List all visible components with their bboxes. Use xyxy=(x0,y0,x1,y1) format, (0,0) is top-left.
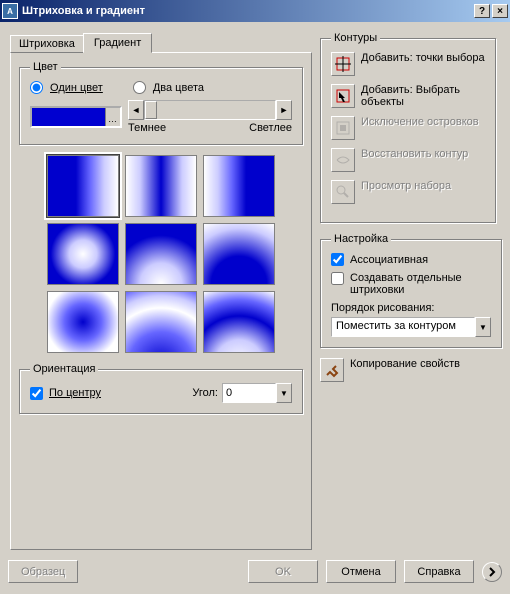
settings-fieldset: Настройка Ассоциативная Создавать отдель… xyxy=(320,233,502,348)
pick-points-icon xyxy=(335,56,351,72)
footer: Образец OK Отмена Справка xyxy=(0,556,510,587)
slider-thumb[interactable] xyxy=(145,101,157,119)
tab-hatch[interactable]: Штриховка xyxy=(10,35,83,53)
create-separate-row[interactable]: Создавать отдельные штриховки xyxy=(331,272,491,296)
lighter-label: Светлее xyxy=(249,122,292,134)
select-objects-icon xyxy=(335,88,351,104)
slider-left-arrow[interactable]: ◄ xyxy=(128,100,144,120)
radio-two-color-label: Два цвета xyxy=(153,82,204,94)
copy-properties-label: Копирование свойств xyxy=(350,358,460,370)
restore-contour-icon xyxy=(335,152,351,168)
magnifier-icon xyxy=(335,184,351,200)
app-icon: A xyxy=(2,3,18,19)
tab-gradient[interactable]: Градиент xyxy=(83,33,152,53)
sample-button: Образец xyxy=(8,560,78,583)
radio-two-color[interactable]: Два цвета xyxy=(133,81,204,94)
gradient-swatch-6[interactable] xyxy=(203,223,275,285)
window-title: Штриховка и градиент xyxy=(22,5,472,17)
exclude-islands-icon xyxy=(335,120,351,136)
contours-fieldset: Контуры Добавить: точки выбора Добавить:… xyxy=(320,32,496,223)
radio-one-color-label: Один цвет xyxy=(50,82,103,94)
color-picker-button[interactable]: … xyxy=(30,106,122,128)
gradient-swatch-5[interactable] xyxy=(125,223,197,285)
titlebar: A Штриховка и градиент ? × xyxy=(0,0,510,22)
cancel-button[interactable]: Отмена xyxy=(326,560,396,583)
centered-label: По центру xyxy=(49,387,101,399)
orientation-legend: Ориентация xyxy=(30,363,98,375)
gradient-swatch-8[interactable] xyxy=(125,291,197,353)
exclude-islands-button xyxy=(331,116,355,140)
gradient-swatch-1[interactable] xyxy=(47,155,119,217)
view-set-button xyxy=(331,180,355,204)
angle-dropdown-button[interactable]: ▼ xyxy=(276,383,292,403)
slider-right-arrow[interactable]: ► xyxy=(276,100,292,120)
color-fieldset: Цвет Один цвет Два цвета … ◄ xyxy=(19,61,303,145)
draw-order-select[interactable]: Поместить за контуром ▼ xyxy=(331,317,491,337)
chevron-right-icon xyxy=(487,567,497,577)
add-pick-points-button[interactable] xyxy=(331,52,355,76)
color-legend: Цвет xyxy=(30,61,61,73)
add-pick-points-label: Добавить: точки выбора xyxy=(361,52,485,64)
restore-contour-button xyxy=(331,148,355,172)
expand-button[interactable] xyxy=(482,562,502,582)
create-separate-label: Создавать отдельные штриховки xyxy=(350,272,491,296)
angle-input[interactable] xyxy=(222,383,276,403)
exclude-islands-label: Исключение островков xyxy=(361,116,479,128)
gradient-swatch-4[interactable] xyxy=(47,223,119,285)
radio-one-color-input[interactable] xyxy=(30,81,43,94)
ok-button: OK xyxy=(248,560,318,583)
gradient-swatch-3[interactable] xyxy=(203,155,275,217)
darker-label: Темнее xyxy=(128,122,166,134)
radio-one-color[interactable]: Один цвет xyxy=(30,81,103,94)
tint-slider[interactable] xyxy=(144,100,276,120)
contours-legend: Контуры xyxy=(331,32,380,44)
add-select-objects-button[interactable] xyxy=(331,84,355,108)
help-button-footer[interactable]: Справка xyxy=(404,560,474,583)
add-select-objects-label: Добавить: Выбрать объекты xyxy=(361,84,485,108)
draw-order-label: Порядок рисования: xyxy=(331,302,491,314)
associative-row[interactable]: Ассоциативная xyxy=(331,253,491,266)
settings-legend: Настройка xyxy=(331,233,391,245)
centered-checkbox-row[interactable]: По центру xyxy=(30,387,101,400)
gradient-grid xyxy=(19,155,303,353)
angle-combo[interactable]: ▼ xyxy=(222,383,292,403)
tabs: Штриховка Градиент xyxy=(10,33,312,53)
restore-contour-label: Восстановить контур xyxy=(361,148,468,160)
gradient-swatch-9[interactable] xyxy=(203,291,275,353)
view-set-label: Просмотр набора xyxy=(361,180,451,192)
help-button[interactable]: ? xyxy=(474,4,490,18)
angle-label: Угол: xyxy=(192,387,218,399)
create-separate-checkbox[interactable] xyxy=(331,272,344,285)
gradient-swatch-2[interactable] xyxy=(125,155,197,217)
gradient-swatch-7[interactable] xyxy=(47,291,119,353)
radio-two-color-input[interactable] xyxy=(133,81,146,94)
draw-order-dropdown-button[interactable]: ▼ xyxy=(475,317,491,337)
copy-properties-button[interactable] xyxy=(320,358,344,382)
associative-label: Ассоциативная xyxy=(350,254,428,266)
close-button[interactable]: × xyxy=(492,4,508,18)
associative-checkbox[interactable] xyxy=(331,253,344,266)
orientation-fieldset: Ориентация По центру Угол: ▼ xyxy=(19,363,303,414)
centered-checkbox[interactable] xyxy=(30,387,43,400)
tab-panel-gradient: Цвет Один цвет Два цвета … ◄ xyxy=(10,52,312,550)
brush-icon xyxy=(324,362,340,378)
draw-order-value: Поместить за контуром xyxy=(331,317,475,337)
